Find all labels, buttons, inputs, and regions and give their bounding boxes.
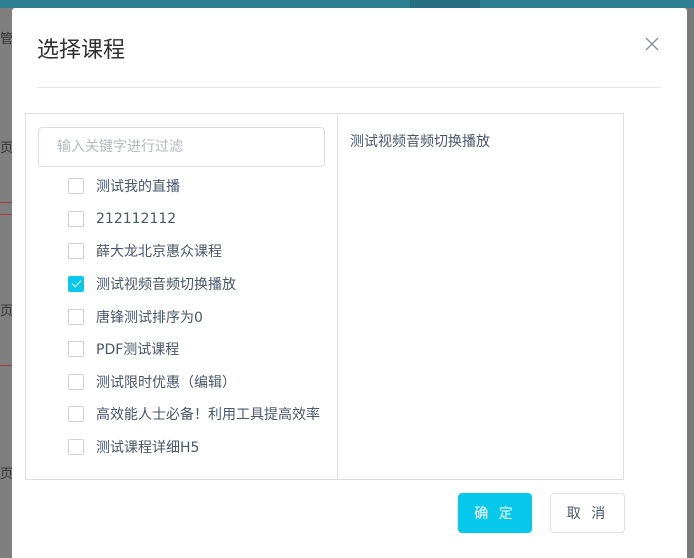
course-item-label: 测试我的直播 — [96, 179, 180, 196]
checkbox[interactable] — [68, 341, 84, 358]
background-red-line — [0, 202, 12, 203]
checkbox[interactable] — [68, 210, 84, 227]
course-item-label: 测试课程详细H5 — [96, 440, 200, 457]
background-red-line — [0, 214, 12, 215]
selected-course-item: 测试视频音频切换播放 — [350, 134, 490, 150]
course-item-label: PDF测试课程 — [96, 342, 180, 359]
course-tree: 测试我的直播 212112112 薛大龙北京惠众课程 测试视频音频切换播放 唐锋测试排序… — [68, 170, 330, 463]
transfer-panel: 测试我的直播212112112薛大龙北京惠众课程测试视频音频切换播放唐锋测试排序… — [25, 113, 624, 480]
background-top-bar-segment — [410, 0, 480, 8]
course-item-label: 高效能人士必备！利用工具提高效率 — [96, 407, 320, 424]
close-button[interactable] — [640, 32, 664, 56]
course-item-label: 薛大龙北京惠众课程 — [96, 244, 222, 261]
course-item-label: 测试视频音频切换播放 — [96, 277, 236, 294]
select-course-dialog: 选择课程 测试我的直播212112112薛大龙北京惠众课程测试视频音频切换播放唐… — [12, 8, 687, 558]
course-item-label: 212112112 — [96, 210, 177, 227]
course-item[interactable]: 唐锋测试排序为0 — [68, 300, 330, 333]
course-item[interactable]: 测试限时优惠（编辑） — [68, 366, 330, 399]
checkbox[interactable] — [68, 243, 84, 260]
close-icon — [645, 37, 659, 51]
checkbox[interactable] — [68, 373, 84, 390]
background-top-bar — [0, 0, 694, 8]
course-item[interactable]: PDF测试课程 — [68, 333, 330, 366]
cancel-button[interactable]: 取 消 — [550, 493, 625, 533]
checkbox[interactable] — [68, 406, 84, 423]
course-item[interactable]: 薛大龙北京惠众课程 — [68, 235, 330, 268]
course-item[interactable]: 212112112 — [68, 203, 330, 236]
course-item-label: 唐锋测试排序为0 — [96, 309, 203, 326]
checkbox-checked[interactable] — [68, 276, 84, 293]
dialog-title: 选择课程 — [37, 38, 126, 63]
header-divider — [37, 87, 662, 88]
confirm-button[interactable]: 确 定 — [458, 493, 532, 533]
checkbox[interactable] — [68, 308, 84, 325]
panel-divider — [337, 114, 338, 479]
background-red-line — [0, 365, 12, 366]
course-item[interactable]: 高效能人士必备！利用工具提高效率 — [68, 398, 330, 431]
filter-input[interactable] — [38, 127, 325, 167]
course-item[interactable]: 测试课程详细H5 — [68, 431, 330, 464]
course-item[interactable]: 测试视频音频切换播放 — [68, 268, 330, 301]
selected-course-list: 测试视频音频切换播放 — [350, 132, 610, 152]
checkbox[interactable] — [68, 439, 84, 456]
checkbox[interactable] — [68, 178, 84, 195]
course-item-label: 测试限时优惠（编辑） — [96, 374, 236, 391]
course-item[interactable]: 测试我的直播 — [68, 170, 330, 203]
